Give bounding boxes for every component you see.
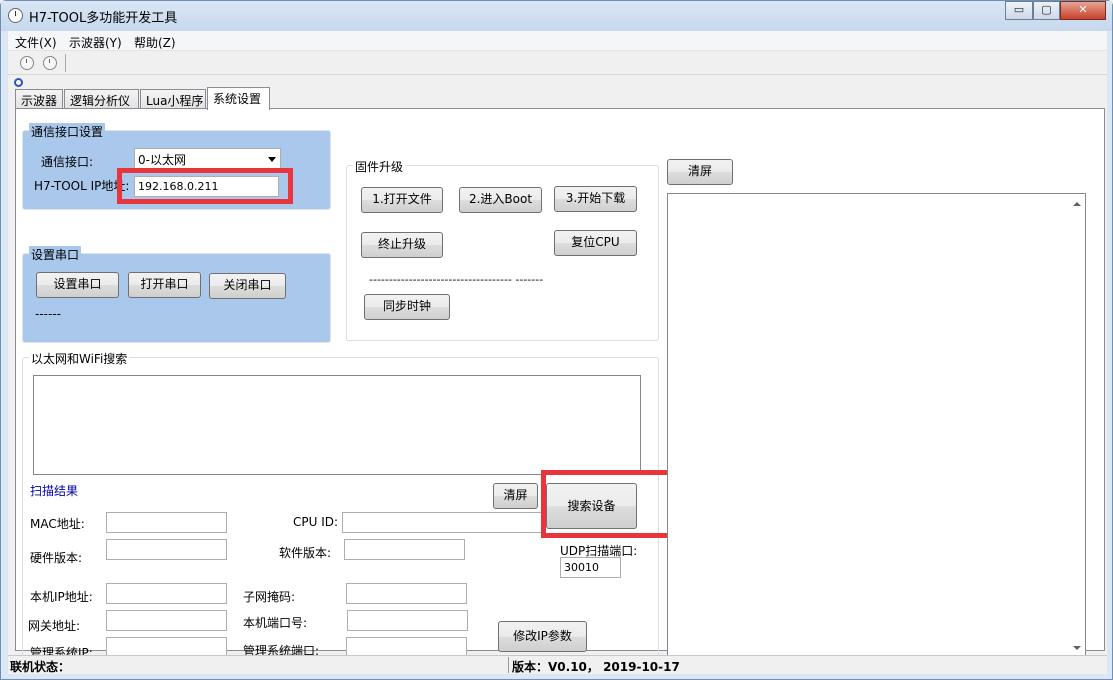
status-divider	[508, 657, 509, 673]
highlight-box-search	[541, 470, 672, 538]
clock-icon[interactable]	[43, 56, 57, 70]
search-title: 以太网和WiFi搜索	[29, 350, 130, 367]
open-serial-button[interactable]: 打开串口	[128, 272, 201, 298]
clock-icon[interactable]	[20, 56, 34, 70]
upgrade-progress-text: ------------------------------------ ---…	[369, 273, 544, 286]
focus-dot-icon	[14, 78, 23, 87]
sync-clock-button[interactable]: 同步时钟	[364, 294, 450, 320]
chevron-down-icon[interactable]	[268, 157, 276, 162]
serial-settings-group: 设置串口 设置串口 打开串口 关闭串口 ------	[22, 246, 331, 343]
serial-status: ------	[35, 307, 61, 321]
serial-settings-title: 设置串口	[29, 246, 82, 263]
tab-oscilloscope[interactable]: 示波器	[15, 89, 63, 109]
app-clock-icon	[8, 8, 23, 23]
local-port-input[interactable]	[347, 610, 468, 631]
scroll-up-icon[interactable]	[1073, 202, 1081, 206]
toolbar	[8, 51, 1107, 75]
scroll-down-icon[interactable]	[1073, 646, 1081, 650]
tab-system-settings[interactable]: 系统设置	[207, 87, 270, 110]
open-file-button[interactable]: 1.打开文件	[361, 187, 443, 213]
stop-upgrade-button[interactable]: 终止升级	[361, 232, 443, 258]
version-text: 版本：V0.10， 2019-10-17	[512, 660, 680, 674]
enter-boot-button[interactable]: 2.进入Boot	[459, 187, 542, 213]
set-serial-button[interactable]: 设置串口	[36, 272, 119, 298]
cpu-id-input[interactable]	[342, 512, 542, 533]
online-status-label: 联机状态：	[10, 660, 71, 674]
mac-label: MAC地址:	[30, 517, 85, 531]
mac-input[interactable]	[106, 512, 227, 533]
tab-lua[interactable]: Lua小程序	[140, 89, 206, 109]
gateway-label: 网关地址:	[28, 619, 81, 633]
tab-logic-analyzer[interactable]: 逻辑分析仪	[64, 89, 139, 109]
scan-result-title: 扫描结果	[30, 484, 79, 498]
cpu-id-label: CPU ID:	[293, 515, 339, 529]
clear-results-button[interactable]: 清屏	[493, 483, 538, 509]
interface-select-value: 0-以太网	[138, 153, 186, 167]
local-ip-input[interactable]	[106, 583, 227, 604]
interface-select[interactable]: 0-以太网	[134, 148, 281, 169]
subnet-label: 子网掩码:	[243, 590, 296, 604]
gateway-input[interactable]	[106, 610, 227, 631]
interface-label: 通信接口:	[41, 155, 94, 169]
close-button[interactable]: ✕	[1060, 1, 1106, 20]
hw-version-input[interactable]	[106, 539, 227, 560]
hw-version-label: 硬件版本:	[30, 551, 83, 565]
search-results-list[interactable]	[33, 375, 641, 475]
window-title: H7-TOOL多功能开发工具	[29, 11, 178, 26]
menu-help[interactable]: 帮助(Z)	[134, 34, 176, 51]
ip-label: H7-TOOL IP地址:	[34, 179, 130, 193]
modify-ip-button[interactable]: 修改IP参数	[498, 621, 587, 652]
toolbar-separator	[65, 54, 66, 72]
highlight-box-interface	[117, 168, 293, 204]
udp-port-input[interactable]: 30010	[560, 557, 621, 578]
client-area: 文件(X) 示波器(Y) 帮助(Z) 示波器 逻辑分析仪 Lua小程序 系统设置…	[8, 31, 1107, 674]
status-bar: 联机状态： 版本：V0.10， 2019-10-17	[8, 655, 1107, 674]
comm-settings-title: 通信接口设置	[29, 123, 106, 140]
app-window: H7-TOOL多功能开发工具 ▭ ▢ ✕ 文件(X) 示波器(Y) 帮助(Z) …	[0, 0, 1113, 680]
reset-cpu-button[interactable]: 复位CPU	[554, 230, 637, 256]
close-serial-button[interactable]: 关闭串口	[209, 273, 286, 299]
menu-oscilloscope[interactable]: 示波器(Y)	[69, 34, 122, 51]
sw-version-input[interactable]	[344, 539, 465, 560]
local-ip-label: 本机IP地址:	[30, 590, 93, 604]
firmware-group: 固件升级 1.打开文件 2.进入Boot 3.开始下载 终止升级 复位CPU -…	[346, 158, 659, 341]
local-port-label: 本机端口号:	[243, 616, 308, 630]
system-settings-panel: 通信接口设置 通信接口: 0-以太网 H7-TOOL IP地址: 192.168…	[15, 108, 1105, 662]
subnet-input[interactable]	[346, 583, 467, 604]
minimize-button[interactable]: ▭	[1005, 1, 1033, 20]
menu-bar: 文件(X) 示波器(Y) 帮助(Z)	[8, 31, 1107, 51]
maximize-button[interactable]: ▢	[1033, 1, 1060, 20]
clear-log-button[interactable]: 清屏	[667, 159, 733, 185]
title-bar[interactable]: H7-TOOL多功能开发工具 ▭ ▢ ✕	[1, 1, 1112, 31]
firmware-title: 固件升级	[353, 158, 406, 175]
sw-version-label: 软件版本:	[279, 546, 332, 560]
menu-file[interactable]: 文件(X)	[15, 34, 57, 51]
start-download-button[interactable]: 3.开始下载	[554, 186, 637, 212]
log-output-area[interactable]	[667, 193, 1086, 659]
